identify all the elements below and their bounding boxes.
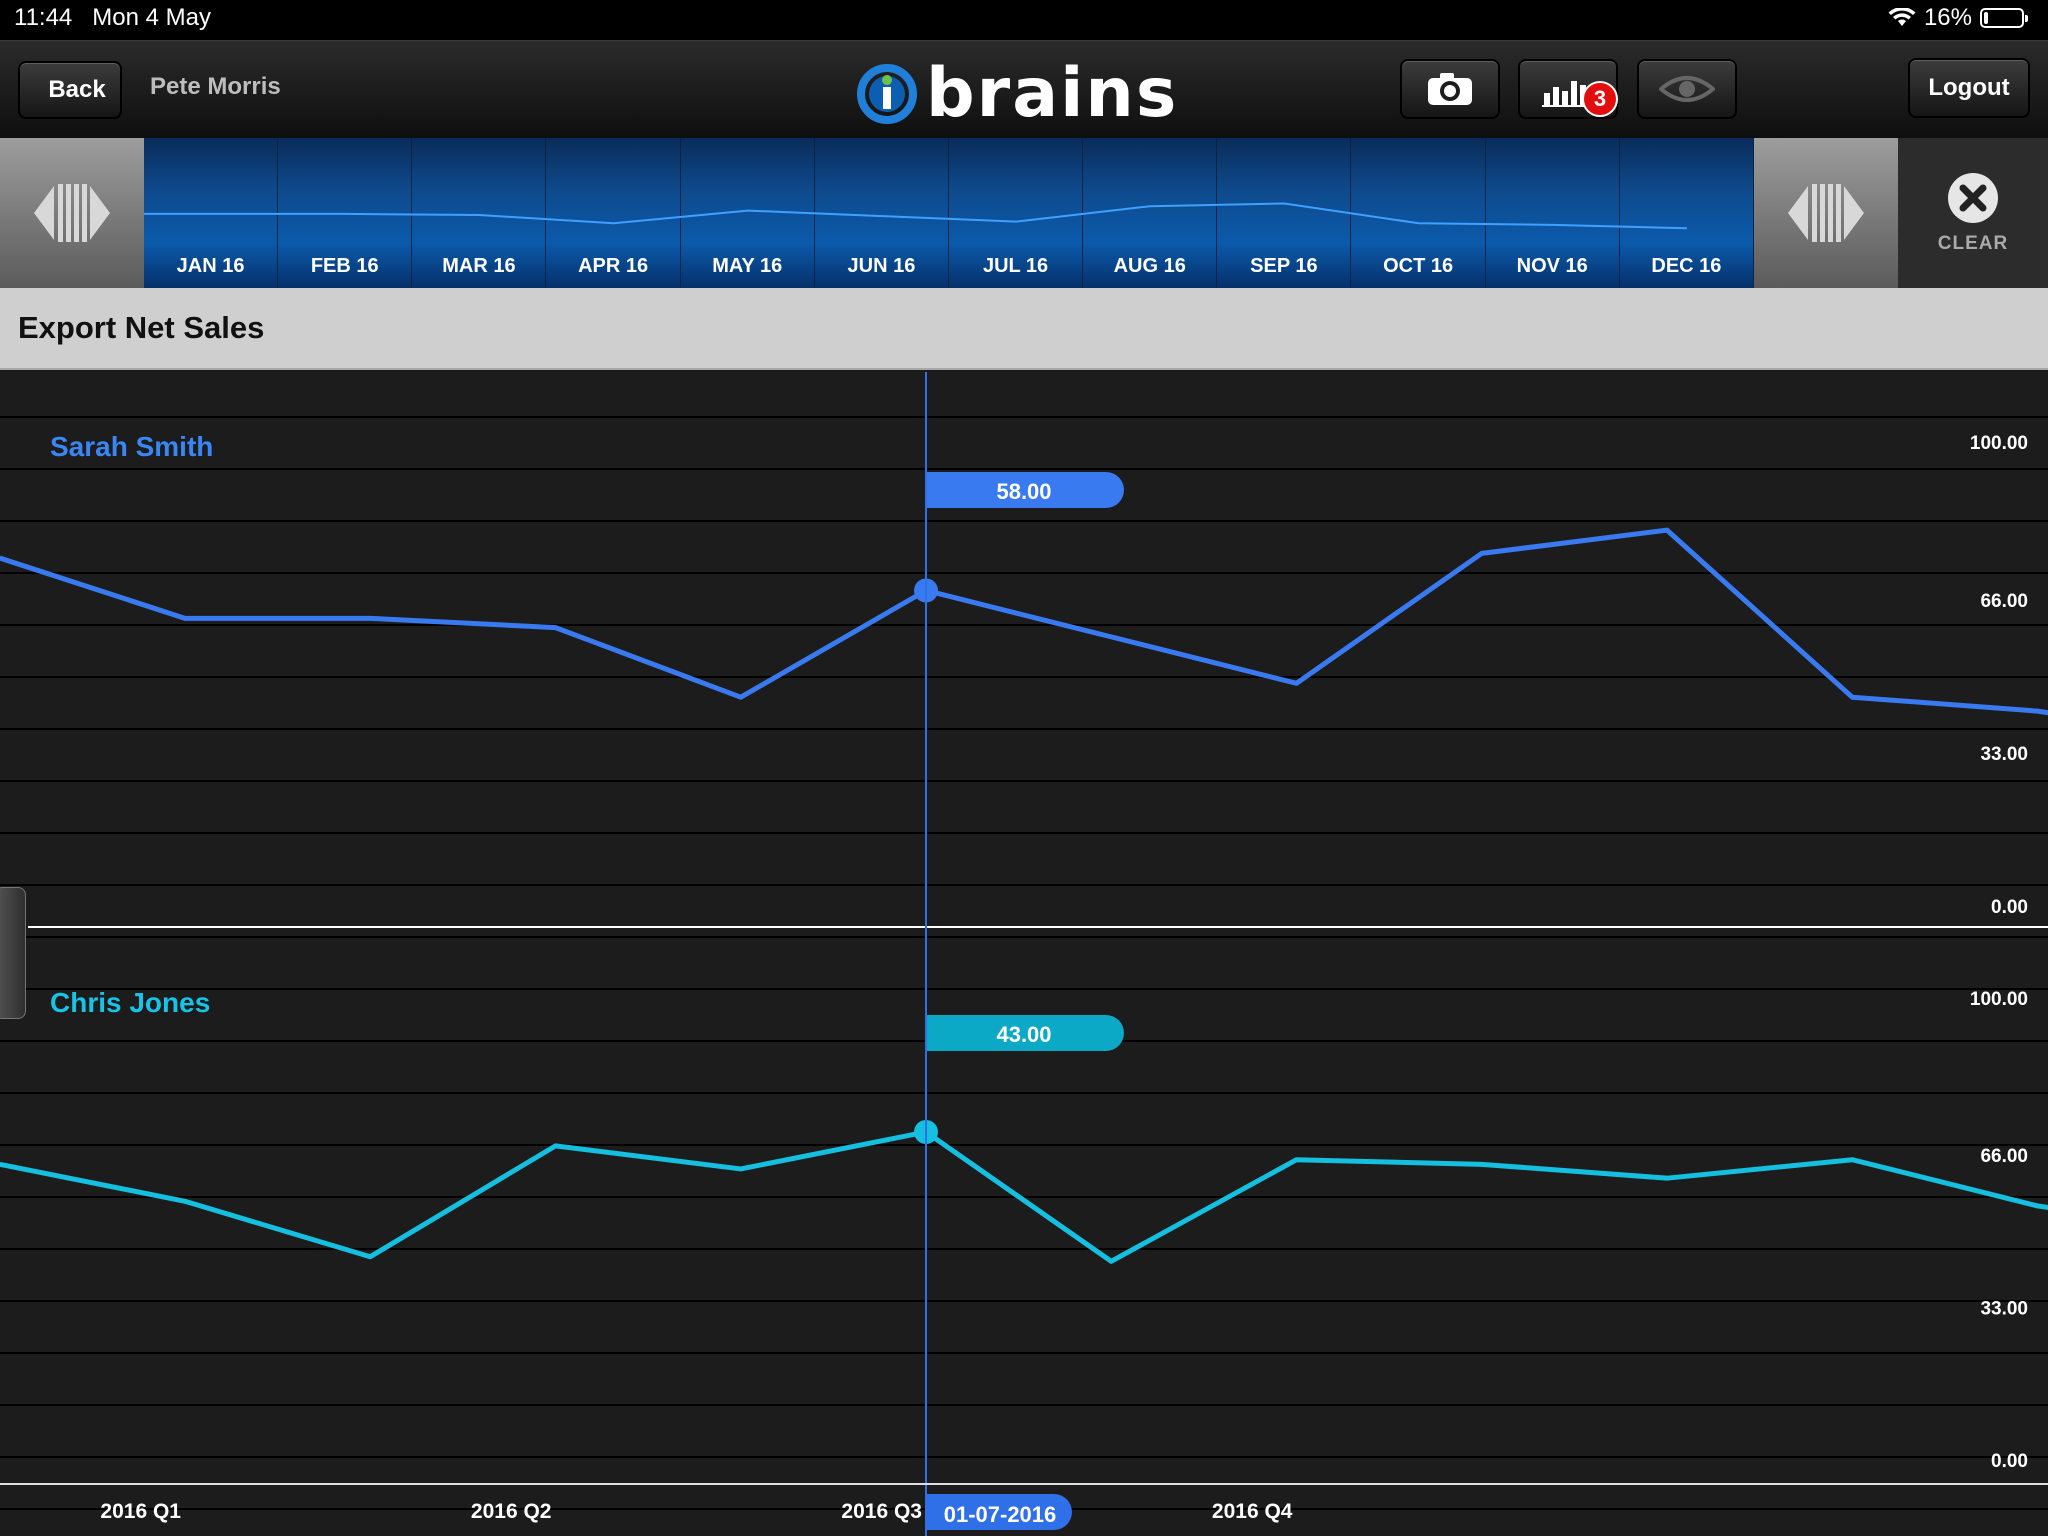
logo: brains [856,59,1178,129]
data-point [740,696,742,698]
data-point [369,1256,371,1258]
logo-text: brains [926,54,1179,133]
data-point [1481,1163,1483,1165]
y-tick-label: 33.00 [1980,744,2028,765]
y-tick-label: 100.00 [1970,989,2028,1010]
series-label: Sarah Smith [50,431,213,462]
x-tick-label: 2016 Q2 [471,1500,552,1523]
eye-button[interactable] [1637,59,1737,119]
data-point [1110,636,1112,638]
status-bar: 11:44 Mon 4 May 16% [0,0,2048,40]
data-point [740,1168,742,1170]
y-tick-label: 0.00 [1991,1451,2028,1472]
x-tick-label: 2016 Q3 [841,1500,922,1523]
notification-badge: 3 [1582,81,1618,117]
clear-button[interactable]: CLEAR [1898,138,2048,288]
data-point [184,617,186,619]
series-label: Chris Jones [50,987,210,1018]
camera-button[interactable] [1400,59,1500,119]
data-point [1851,696,1853,698]
data-point [1851,1159,1853,1161]
chart-canvas[interactable]: Sarah Smith 100.00 66.00 33.00 0.00 58.00 Chri… [0,372,2048,1536]
data-point [369,617,371,619]
value-badge-label: 58.00 [996,479,1051,504]
y-tick-label: 0.00 [1991,897,2028,918]
data-point [1296,682,1297,684]
data-point [555,1145,556,1147]
eye-icon [1659,76,1715,102]
status-indicators: 16% [1888,4,2028,32]
data-point [2037,710,2038,712]
panel-drag-handle[interactable] [0,887,26,1019]
user-name: Pete Morris [150,73,281,100]
timeline-months[interactable]: DEC 16 NOV 16 OCT 16 SEP 16 AUG 16 JUL 16 JUN … [144,138,1754,288]
wifi-icon [1888,8,1916,26]
clear-label: CLEAR [1937,233,2009,254]
data-point [184,1200,186,1202]
value-badge-label: 43.00 [996,1022,1051,1047]
x-tick-label: 2016 Q1 [100,1500,181,1523]
battery-icon [1980,8,2028,28]
selected-date-label: 01-07-2016 [944,1502,1057,1527]
timeline-sparkline [144,202,1687,230]
status-time: 11:44 Mon 4 May [14,4,212,31]
page-title: Export Net Sales [18,310,265,345]
timeline-strip: DEC 16 NOV 16 OCT 16 SEP 16 AUG 16 JUL 16 JUN … [0,138,2048,288]
back-label: Back [48,76,106,103]
data-point [2037,1205,2038,1207]
y-tick-label: 33.00 [1980,1299,2028,1320]
chart-background [0,372,2048,1536]
battery-percent: 16% [1923,4,1972,31]
data-point [1110,1260,1112,1262]
data-point [1296,1159,1297,1161]
y-tick-label: 100.00 [1970,433,2028,454]
back-button[interactable]: Back [18,61,122,119]
x-tick-label: 2016 Q4 [1212,1500,1293,1523]
timeline-scroll-right-button[interactable] [1754,138,1898,288]
logout-label: Logout [1928,74,2010,101]
camera-icon [1428,73,1472,105]
timeline-scroll-left-button[interactable] [0,138,144,288]
y-tick-label: 66.00 [1980,1146,2028,1167]
data-point [555,627,556,629]
logout-button[interactable]: Logout [1908,58,2030,118]
double-arrow-icon [34,184,110,242]
nav-bar: Back Pete Morris brains 3 Logout [0,40,2048,139]
data-point [1666,529,1668,531]
y-tick-label: 66.00 [1980,591,2028,612]
report-title-bar: Export Net Sales [0,288,2048,370]
close-icon [1948,173,1998,223]
data-point [1666,1177,1668,1179]
logo-i-icon [857,64,917,124]
timeline-sparkline-path [144,202,1687,230]
chart-area[interactable]: Sarah Smith 100.00 66.00 33.00 0.00 58.00 Chri… [0,372,2048,1536]
double-arrow-icon [1788,184,1864,242]
data-point [1481,552,1483,554]
